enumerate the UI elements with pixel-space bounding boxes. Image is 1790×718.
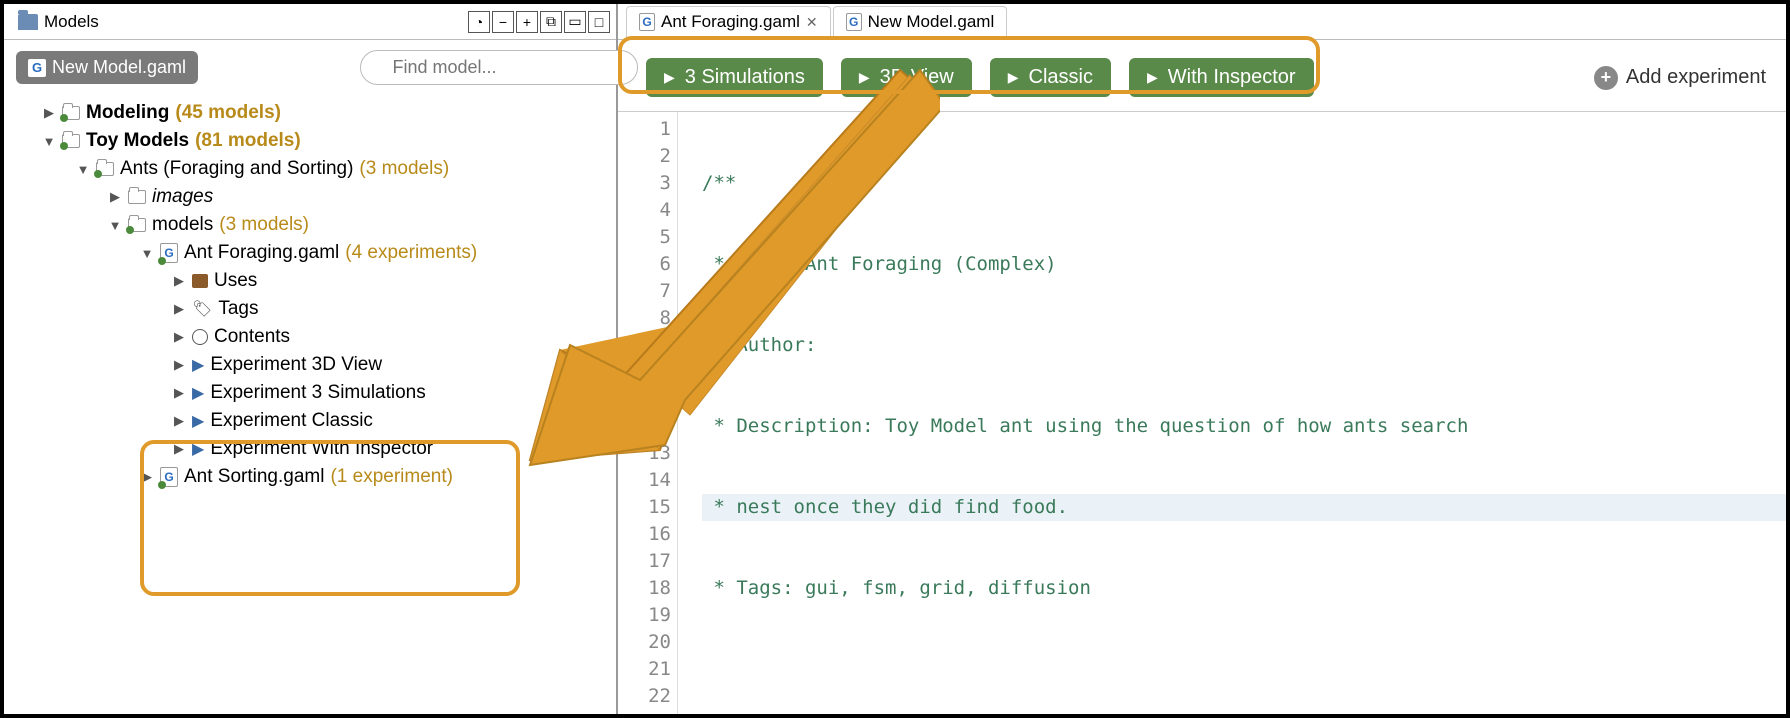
chevron-right-icon[interactable]: ▶	[172, 301, 186, 317]
tree-item-ant-sorting[interactable]: ▶ G Ant Sorting.gaml (1 experiment)	[12, 463, 608, 491]
chevron-right-icon[interactable]: ▶	[108, 189, 122, 205]
briefcase-icon	[192, 274, 208, 288]
folder-icon	[62, 134, 80, 148]
active-file-chip[interactable]: G New Model.gaml	[16, 51, 198, 84]
gaml-file-icon: G	[639, 13, 655, 31]
tree-item-models-folder[interactable]: ▼ models (3 models)	[12, 211, 608, 239]
toolbar-plus-icon[interactable]: +	[516, 11, 538, 33]
chevron-right-icon[interactable]: ▶	[172, 385, 186, 401]
run-classic-button[interactable]: ▶Classic	[990, 58, 1111, 97]
tag-icon: 🏷	[192, 299, 212, 319]
model-tree: ▶ Modeling (45 models) ▼ Toy Models (81 …	[4, 95, 616, 499]
play-icon: ▶	[1147, 69, 1158, 86]
folder-icon	[62, 106, 80, 120]
tab-new-model[interactable]: G New Model.gaml	[833, 6, 1008, 37]
run-3d-view-button[interactable]: ▶3D View	[841, 58, 972, 97]
tree-item-contents[interactable]: ▶ Contents	[12, 323, 608, 351]
chevron-right-icon[interactable]: ▶	[172, 413, 186, 429]
toolbar-collapse-icon[interactable]: ⧉	[540, 11, 562, 33]
play-icon: ▶	[1008, 69, 1019, 86]
tree-item-exp-classic[interactable]: ▶ ▶ Experiment Classic	[12, 407, 608, 435]
tree-item-ants-group[interactable]: ▼ Ants (Foraging and Sorting) (3 models)	[12, 155, 608, 183]
chevron-right-icon[interactable]: ▶	[172, 357, 186, 373]
chevron-right-icon[interactable]: ▶	[172, 273, 186, 289]
chevron-down-icon[interactable]: ▼	[76, 162, 90, 177]
play-icon: ▶	[192, 355, 204, 375]
play-icon: ▶	[664, 69, 675, 86]
gaml-file-icon: G	[846, 13, 862, 31]
tab-ant-foraging[interactable]: G Ant Foraging.gaml ✕	[626, 6, 831, 37]
run-with-inspector-button[interactable]: ▶With Inspector	[1129, 58, 1314, 97]
gaml-file-icon: G	[160, 243, 178, 263]
folder-icon	[96, 162, 114, 176]
tree-item-exp-3-simulations[interactable]: ▶ ▶ Experiment 3 Simulations	[12, 379, 608, 407]
chevron-down-icon[interactable]: ▼	[42, 134, 56, 149]
chevron-down-icon[interactable]: ▼	[140, 246, 154, 261]
chevron-down-icon[interactable]: ▼	[108, 218, 122, 233]
search-input[interactable]	[360, 50, 638, 85]
tree-item-tags[interactable]: ▶ 🏷 Tags	[12, 295, 608, 323]
tree-item-images[interactable]: ▶ images	[12, 183, 608, 211]
chevron-right-icon[interactable]: ▶	[42, 105, 56, 121]
experiment-buttons-row: ▶3 Simulations ▶3D View ▶Classic ▶With I…	[618, 40, 1786, 111]
play-icon: ▶	[192, 411, 204, 431]
play-icon: ▶	[192, 383, 204, 403]
chevron-right-icon[interactable]: ▶	[172, 329, 186, 345]
tree-item-toy-models[interactable]: ▼ Toy Models (81 models)	[12, 127, 608, 155]
tree-item-exp-3d-view[interactable]: ▶ ▶ Experiment 3D View	[12, 351, 608, 379]
close-icon[interactable]: ✕	[806, 14, 818, 31]
tree-item-modeling[interactable]: ▶ Modeling (45 models)	[12, 99, 608, 127]
run-3-simulations-button[interactable]: ▶3 Simulations	[646, 58, 823, 97]
toolbar-clock-icon[interactable]: ◔	[468, 11, 490, 33]
toolbar-max-icon[interactable]: □	[588, 11, 610, 33]
file-chip-label: New Model.gaml	[52, 57, 186, 78]
gaml-file-icon: G	[160, 467, 178, 487]
editor-tabs: G Ant Foraging.gaml ✕ G New Model.gaml	[618, 4, 1786, 40]
tree-item-ant-foraging[interactable]: ▼ G Ant Foraging.gaml (4 experiments)	[12, 239, 608, 267]
add-experiment-button[interactable]: + Add experiment	[1594, 66, 1766, 90]
folder-icon	[128, 218, 146, 232]
plus-icon: +	[1594, 66, 1618, 90]
line-number-gutter: 1 2 3 4 5 6 7 8 9 10 11 12 13 14 15 16 1…	[618, 112, 678, 714]
panel-title: Models	[44, 12, 99, 32]
chevron-right-icon[interactable]: ▶	[172, 441, 186, 457]
code-content[interactable]: /** * Name: Ant Foraging (Complex) * Aut…	[678, 112, 1786, 714]
folder-icon	[18, 14, 38, 30]
code-editor[interactable]: 1 2 3 4 5 6 7 8 9 10 11 12 13 14 15 16 1…	[618, 111, 1786, 714]
folder-icon	[128, 190, 146, 204]
tree-item-exp-with-inspector[interactable]: ▶ ▶ Experiment With Inspector	[12, 435, 608, 463]
play-icon: ▶	[192, 439, 204, 459]
gaml-file-icon: G	[28, 59, 46, 77]
models-tab[interactable]: Models	[4, 6, 113, 38]
chevron-right-icon[interactable]: ▶	[140, 469, 154, 485]
tree-item-uses[interactable]: ▶ Uses	[12, 267, 608, 295]
models-panel-header: Models ◔ − + ⧉ ▭ □	[4, 4, 616, 40]
globe-icon	[192, 329, 208, 345]
toolbar-min-icon[interactable]: ▭	[564, 11, 586, 33]
play-icon: ▶	[859, 69, 870, 86]
toolbar-minus-icon[interactable]: −	[492, 11, 514, 33]
